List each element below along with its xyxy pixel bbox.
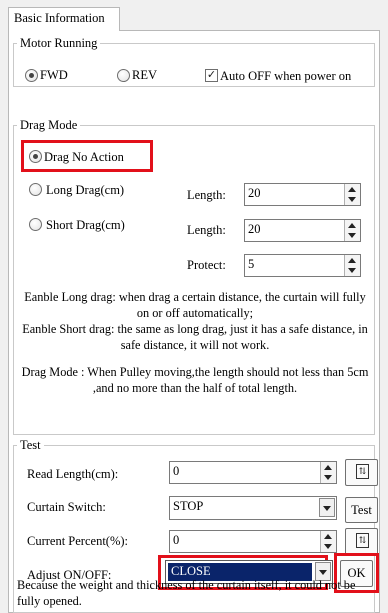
curtain-switch-chevron-down-icon[interactable]: [319, 498, 335, 517]
test-footnote: Because the weight and thickness of the …: [17, 578, 356, 608]
long-drag-label: Long Drag(cm): [46, 183, 125, 197]
current-percent-spin-icon[interactable]: [320, 531, 336, 552]
auto-off-checkbox[interactable]: ✓: [205, 69, 218, 82]
drag-mode-description: Drag Mode : When Pulley moving,the lengt…: [21, 365, 369, 395]
current-percent-refresh-button[interactable]: ⇅: [345, 528, 378, 555]
short-drag-radio[interactable]: [29, 218, 42, 231]
short-length-spin-icon[interactable]: [344, 220, 360, 241]
current-percent-label: Current Percent(%):: [27, 534, 129, 548]
short-length-input[interactable]: 20: [244, 219, 361, 242]
motor-running-legend: Motor Running: [17, 36, 101, 50]
long-drag-description: Eanble Long drag: when drag a certain di…: [24, 290, 366, 320]
refresh-icon: ⇅: [356, 533, 369, 548]
fwd-radio[interactable]: [25, 69, 38, 82]
long-length-label: Length:: [187, 188, 226, 202]
current-percent-value: 0: [173, 533, 180, 547]
read-length-spin-icon[interactable]: [320, 462, 336, 483]
refresh-icon: ⇅: [356, 464, 369, 479]
main-panel: Motor Running FWD REV ✓ Auto OFF when po…: [8, 30, 380, 613]
rev-radio[interactable]: [117, 69, 130, 82]
read-length-label: Read Length(cm):: [27, 467, 119, 481]
long-length-input[interactable]: 20: [244, 183, 361, 206]
protect-value: 5: [248, 257, 255, 271]
long-length-value: 20: [248, 186, 261, 200]
protect-spin-icon[interactable]: [344, 255, 360, 276]
read-length-input[interactable]: 0: [169, 461, 337, 484]
drag-no-action-label: Drag No Action: [44, 150, 124, 164]
short-drag-description: Eanble Short drag: the same as long drag…: [22, 322, 368, 352]
drag-no-action-radio[interactable]: [29, 150, 42, 163]
short-drag-label: Short Drag(cm): [46, 218, 125, 232]
curtain-switch-select[interactable]: STOP: [169, 496, 337, 520]
short-length-value: 20: [248, 222, 261, 236]
protect-input[interactable]: 5: [244, 254, 361, 277]
auto-off-label: Auto OFF when power on: [220, 69, 352, 83]
test-legend: Test: [17, 438, 44, 452]
long-drag-radio[interactable]: [29, 183, 42, 196]
fwd-label: FWD: [40, 68, 68, 82]
rev-label: REV: [132, 68, 157, 82]
test-button[interactable]: Test: [345, 497, 378, 523]
curtain-switch-value: STOP: [173, 499, 204, 513]
short-length-label: Length:: [187, 223, 226, 237]
drag-mode-legend: Drag Mode: [17, 118, 81, 132]
tab-label: Basic Information: [14, 11, 105, 25]
current-percent-input[interactable]: 0: [169, 530, 337, 553]
curtain-switch-label: Curtain Switch:: [27, 500, 106, 514]
read-length-value: 0: [173, 464, 180, 478]
tab-basic-information[interactable]: Basic Information: [8, 7, 120, 31]
read-length-refresh-button[interactable]: ⇅: [345, 459, 378, 486]
protect-label: Protect:: [187, 258, 226, 272]
long-length-spin-icon[interactable]: [344, 184, 360, 205]
